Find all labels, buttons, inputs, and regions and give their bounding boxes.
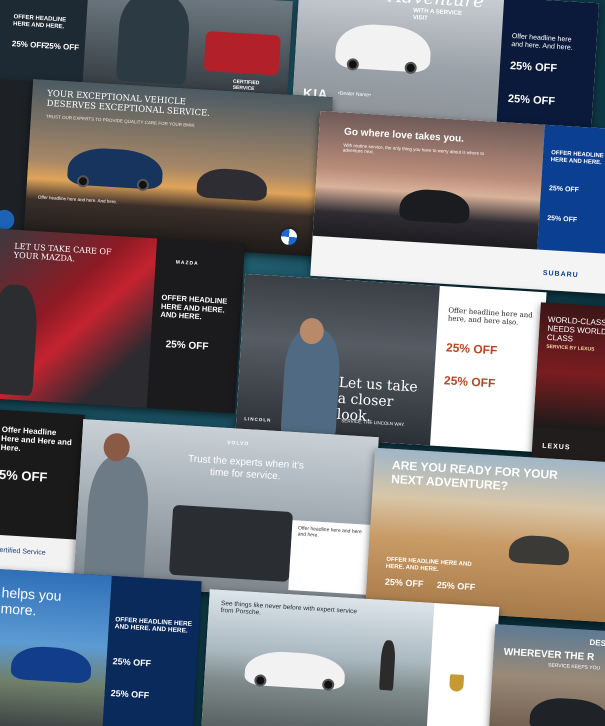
offer-panel: MAZDA OFFER HEADLINE HERE AND HERE. AND … bbox=[146, 238, 245, 414]
offer-amount-1: 25% OFF bbox=[509, 59, 558, 75]
mazda-logo: MAZDA bbox=[175, 259, 199, 267]
offer-headline: Offer Headline Here and Here and Here. bbox=[0, 424, 73, 454]
offer-amount-1: 25% OFF bbox=[548, 185, 580, 194]
offer-amount-2: 25% OFF bbox=[507, 92, 556, 108]
offer-headline: OFFER HEADLINE HERE AND HERE. bbox=[550, 150, 604, 167]
offer-amount-2: 25% OFF bbox=[44, 41, 80, 53]
offer-amount-1: 25% OFF bbox=[11, 39, 47, 51]
offer-amount-2: 25% OFF bbox=[110, 688, 150, 701]
offer-panel: OFFER HEADLINE HERE AND HERE. 25% OFF 25… bbox=[537, 124, 605, 255]
ad-card-volkswagen: helps you more. OFFER HEADLINE HERE AND … bbox=[0, 568, 202, 726]
offer-headline: Offer headline here and here, and here a… bbox=[447, 306, 534, 327]
blue-accent bbox=[0, 209, 15, 231]
destination-headline-1: DESTI bbox=[589, 637, 605, 649]
technician-figure bbox=[0, 283, 39, 397]
subaru-logo: SUBARU bbox=[542, 269, 579, 280]
ad-card-adventure: ARE YOU READY FOR YOUR NEXT ADVENTURE? O… bbox=[365, 447, 605, 623]
volvo-logo: VOLVO bbox=[226, 439, 250, 448]
vw-headline: helps you more. bbox=[0, 584, 62, 619]
porsche-crest bbox=[449, 674, 465, 692]
ad-card-lincoln: Let us take a closer look. SERVICE. THE … bbox=[235, 273, 547, 453]
red-vehicle-photo bbox=[203, 31, 281, 76]
collage-stage: OFFER HEADLINE HERE AND HERE. 25% OFF 25… bbox=[0, 0, 605, 726]
offer-amount-1: 25% OFF bbox=[165, 339, 209, 353]
offer-headline: OFFER HEADLINE HERE AND HERE. AND HERE. bbox=[160, 292, 228, 322]
engine-bay bbox=[168, 504, 294, 582]
offer-panel: Offer headline here and here. And here. … bbox=[495, 0, 599, 144]
ad-card-left-offer: Offer Headline Here and Here and Here. 5… bbox=[0, 409, 85, 575]
offer-headline: Offer headline here and here and here. bbox=[297, 525, 362, 539]
offer-headline: Offer headline here and here. And here. bbox=[511, 33, 573, 52]
ad-card-subaru: Go where love takes you. With routine se… bbox=[310, 110, 605, 295]
offer-amount-1: 25% OFF bbox=[112, 656, 152, 669]
ad-card-mazda: LET US TAKE CARE OF YOUR MAZDA. MAZDA OF… bbox=[0, 228, 245, 414]
ad-card-porsche: See things like never before with expert… bbox=[200, 589, 500, 726]
lexus-logo: LEXUS bbox=[541, 442, 571, 452]
ad-card-lexus: WORLD-CLASS NEEDS WORLD-CLASS SERVICE BY… bbox=[531, 302, 605, 468]
offer-headline: OFFER HEADLINE HERE AND HERE. AND HERE. bbox=[114, 616, 193, 636]
ad-card-bmw: YOUR EXCEPTIONAL VEHICLE DESERVES EXCEPT… bbox=[23, 78, 333, 258]
offer-amount-2: 25% OFF bbox=[443, 373, 496, 391]
offer-panel: OFFER HEADLINE HERE AND HERE. AND HERE. … bbox=[102, 575, 202, 726]
technician-figure bbox=[115, 0, 192, 85]
offer-panel: Offer headline here and here and here. bbox=[288, 520, 371, 595]
offer-amount-1: 25% OFF bbox=[445, 340, 498, 358]
offer-amount-2: 25% OFF bbox=[546, 215, 578, 224]
offer-amount-1: 5% OFF bbox=[0, 466, 48, 485]
ad-card-destination: DESTI WHEREVER THE R SERVICE KEEPS YOU bbox=[488, 624, 605, 726]
lexus-headline: WORLD-CLASS NEEDS WORLD-CLASS bbox=[546, 314, 605, 344]
offer-headline: OFFER HEADLINE HERE AND HERE. bbox=[12, 14, 67, 31]
ad-card-volvo: VOLVO Trust the experts when it's time f… bbox=[73, 419, 379, 602]
